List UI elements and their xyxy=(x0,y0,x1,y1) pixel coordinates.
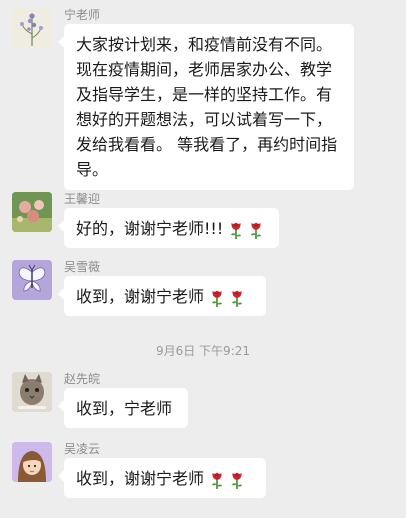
message-bubble[interactable]: 收到，谢谢宁老师 xyxy=(58,458,266,498)
rose-emoji xyxy=(250,221,263,240)
cartoon-girl-avatar-icon[interactable] xyxy=(12,442,52,482)
sender-name: 吴雪薇 xyxy=(64,260,101,274)
chat-message: 宁老师 大家按计划来，和疫情前没有不同。现在疫情期间，老师居家办公、教学及指导学… xyxy=(12,8,402,208)
chat-message: 王馨迎 好的，谢谢宁老师!!! xyxy=(12,192,402,252)
timestamp-divider: 9月6日 下午9:21 xyxy=(155,344,251,358)
sender-name: 吴凌云 xyxy=(64,442,101,456)
chat-message: 吴凌云 收到，谢谢宁老师 xyxy=(12,442,402,502)
sender-name: 赵先皖 xyxy=(64,372,101,386)
message-text: 大家按计划来，和疫情前没有不同。现在疫情期间，老师居家办公、教学及指导学生，是一… xyxy=(76,35,338,179)
message-bubble[interactable]: 大家按计划来，和疫情前没有不同。现在疫情期间，老师居家办公、教学及指导学生，是一… xyxy=(58,24,354,190)
chat-message: 吴雪薇 收到，谢谢宁老师 xyxy=(12,260,402,320)
rose-emoji xyxy=(230,221,243,240)
rose-emoji xyxy=(211,289,223,308)
butterfly-avatar-icon[interactable] xyxy=(12,260,52,300)
chat-message: 赵先皖 收到，宁老师 xyxy=(12,372,402,432)
sender-name: 宁老师 xyxy=(64,8,101,22)
sender-name: 王馨迎 xyxy=(64,192,101,206)
flower-avatar-icon[interactable] xyxy=(12,8,52,48)
message-text: 收到，宁老师 xyxy=(76,399,173,418)
message-text: 收到，谢谢宁老师 xyxy=(76,469,205,488)
flowers-photo-avatar-icon[interactable] xyxy=(12,192,52,232)
rose-emoji xyxy=(231,289,244,308)
rose-emoji xyxy=(231,471,244,490)
message-bubble[interactable]: 好的，谢谢宁老师!!! xyxy=(58,208,279,248)
rose-emoji xyxy=(211,471,223,490)
message-text: 好的，谢谢宁老师!!! xyxy=(76,219,224,238)
message-text: 收到，谢谢宁老师 xyxy=(76,287,205,306)
message-bubble[interactable]: 收到，宁老师 xyxy=(58,388,188,428)
cat-photo-avatar-icon[interactable] xyxy=(12,372,52,412)
message-bubble[interactable]: 收到，谢谢宁老师 xyxy=(58,276,266,316)
